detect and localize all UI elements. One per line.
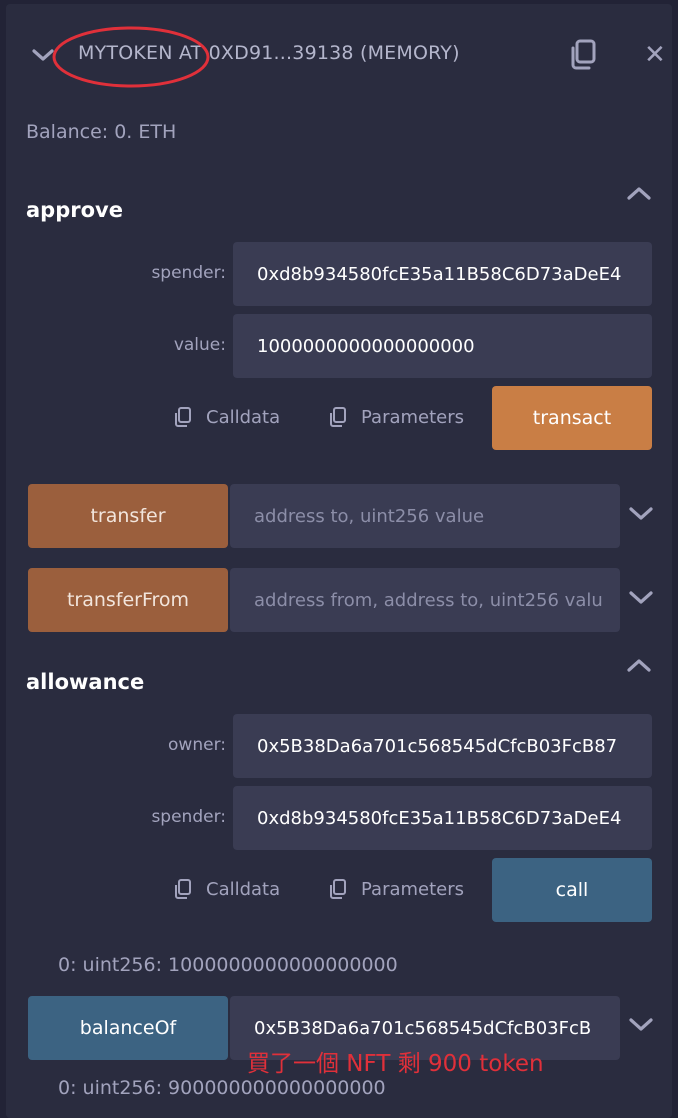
red-text-annotation: 買了一個 NFT 剩 900 token (247, 1051, 544, 1077)
balanceof-button[interactable]: balanceOf (28, 996, 228, 1060)
approve-calldata-label: Calldata (206, 406, 281, 428)
approve-value-label: value: (173, 335, 226, 355)
balanceof-result: 0: uint256: 900000000000000000 (58, 1077, 386, 1099)
copy-address-icon[interactable] (566, 38, 600, 72)
approve-title: approve (26, 198, 123, 222)
transferfrom-button[interactable]: transferFrom (28, 568, 228, 632)
approve-calldata-button[interactable]: Calldata (172, 406, 280, 428)
transferfrom-expand-icon[interactable] (628, 589, 654, 607)
call-button[interactable]: call (492, 858, 652, 922)
balance-text: Balance: 0. ETH (26, 121, 177, 143)
transfer-expand-icon[interactable] (628, 505, 654, 523)
transferfrom-input[interactable]: address from, address to, uint256 valu (230, 568, 620, 632)
allowance-collapse-icon[interactable] (626, 656, 652, 674)
allowance-parameters-button[interactable]: Parameters (327, 878, 464, 900)
allowance-owner-label: owner: (168, 735, 226, 755)
approve-parameters-button[interactable]: Parameters (327, 406, 464, 428)
allowance-parameters-label: Parameters (361, 878, 465, 900)
transfer-input[interactable]: address to, uint256 value (230, 484, 620, 548)
balanceof-expand-icon[interactable] (628, 1016, 654, 1034)
approve-spender-label: spender: (151, 263, 226, 283)
red-circle-annotation (52, 26, 210, 88)
allowance-result: 0: uint256: 1000000000000000000 (58, 954, 398, 976)
copy-icon (175, 407, 191, 427)
close-icon[interactable]: ✕ (644, 40, 666, 70)
allowance-spender-label: spender: (151, 807, 226, 827)
copy-icon (330, 407, 346, 427)
allowance-calldata-label: Calldata (206, 878, 281, 900)
transfer-button[interactable]: transfer (28, 484, 228, 548)
approve-parameters-label: Parameters (361, 406, 465, 428)
allowance-owner-input[interactable]: 0x5B38Da6a701c568545dCfcB03FcB87 (233, 714, 652, 778)
transact-button[interactable]: transact (492, 386, 652, 450)
allowance-calldata-button[interactable]: Calldata (172, 878, 280, 900)
copy-icon (175, 879, 191, 899)
copy-icon (330, 879, 346, 899)
allowance-spender-input[interactable]: 0xd8b934580fcE35a11B58C6D73aDeE4 (233, 786, 652, 850)
approve-value-input[interactable]: 1000000000000000000 (233, 314, 652, 378)
approve-collapse-icon[interactable] (626, 184, 652, 202)
allowance-title: allowance (26, 670, 145, 694)
contract-panel (6, 4, 672, 1118)
approve-spender-input[interactable]: 0xd8b934580fcE35a11B58C6D73aDeE4 (233, 242, 652, 306)
